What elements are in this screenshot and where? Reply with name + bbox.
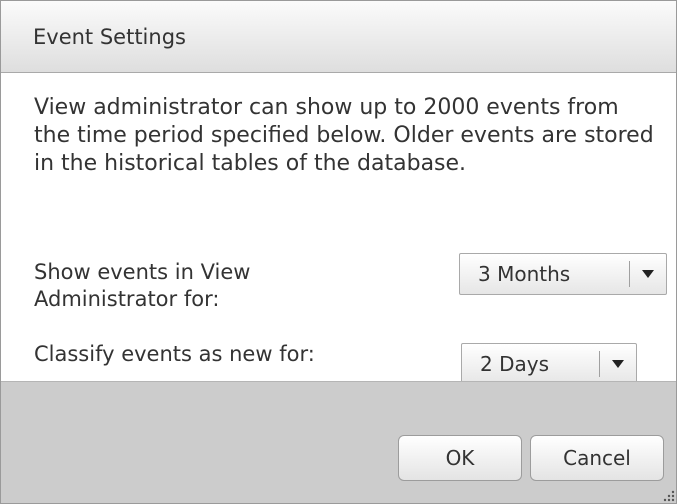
dialog-footer: OK Cancel bbox=[1, 381, 676, 503]
show-events-value: 3 Months bbox=[478, 262, 571, 286]
ok-button[interactable]: OK bbox=[398, 435, 522, 481]
classify-events-value: 2 Days bbox=[480, 352, 549, 376]
dialog-titlebar[interactable]: Event Settings bbox=[1, 1, 676, 73]
cancel-button[interactable]: Cancel bbox=[530, 435, 664, 481]
intro-text: View administrator can show up to 2000 e… bbox=[34, 95, 654, 176]
dialog-body: View administrator can show up to 2000 e… bbox=[1, 73, 676, 385]
dropdown-arrow-icon[interactable] bbox=[630, 270, 666, 278]
resize-grip-icon[interactable] bbox=[661, 488, 675, 502]
dropdown-arrow-icon[interactable] bbox=[600, 360, 636, 368]
classify-events-label: Classify events as new for: bbox=[34, 342, 315, 366]
dialog-title: Event Settings bbox=[33, 24, 186, 49]
classify-events-dropdown[interactable]: 2 Days bbox=[461, 343, 637, 385]
show-events-dropdown[interactable]: 3 Months bbox=[459, 253, 667, 295]
show-events-label: Show events in View Administrator for: bbox=[34, 260, 251, 311]
event-settings-dialog: Event Settings View administrator can sh… bbox=[0, 0, 677, 504]
